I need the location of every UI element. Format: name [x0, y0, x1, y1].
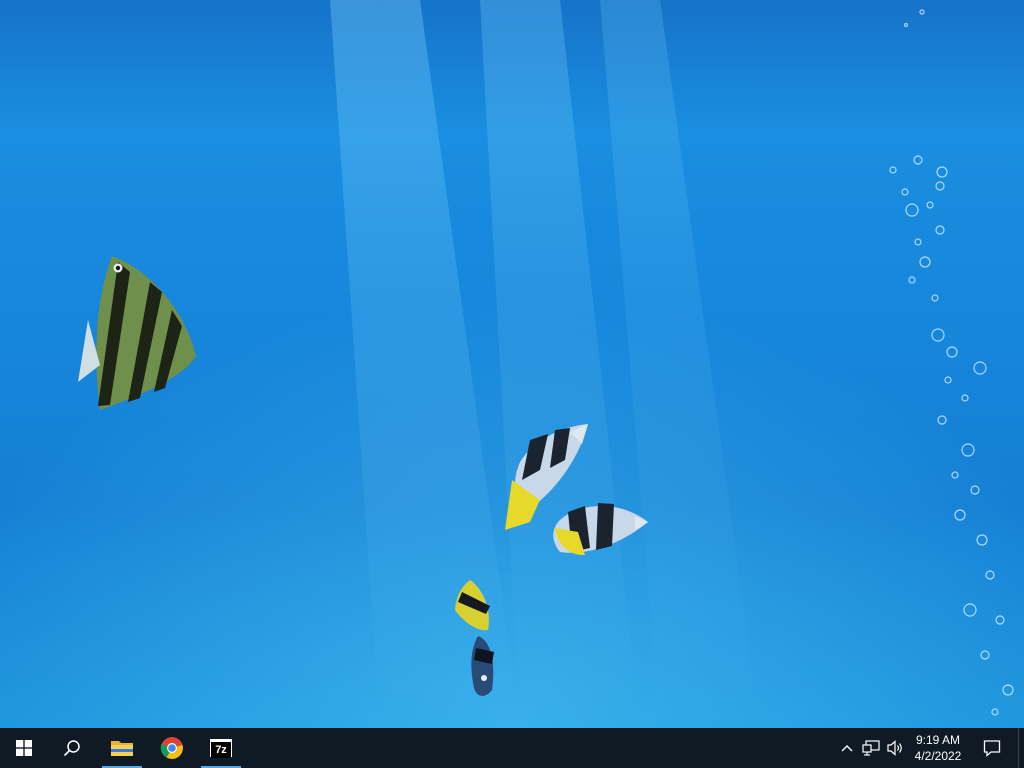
taskbar-app-chrome[interactable] [152, 728, 192, 768]
aquarium-wallpaper [0, 0, 1024, 728]
volume-button[interactable] [884, 728, 906, 768]
taskbar-app-7zip[interactable]: 7z [201, 728, 241, 768]
network-icon [862, 740, 880, 756]
sevenzip-icon: 7z [210, 739, 232, 758]
start-button[interactable] [0, 728, 48, 768]
volume-icon [887, 740, 902, 756]
search-icon [63, 740, 80, 757]
desktop[interactable] [0, 0, 1024, 728]
taskbar: 7z 9:19 AM 4/2/2022 [0, 728, 1024, 768]
show-desktop-button[interactable] [1018, 728, 1024, 768]
search-button[interactable] [52, 728, 92, 768]
show-hidden-icons-button[interactable] [838, 728, 856, 768]
network-button[interactable] [860, 728, 882, 768]
clock[interactable]: 9:19 AM 4/2/2022 [908, 728, 968, 768]
action-center-button[interactable] [976, 728, 1008, 768]
chrome-icon [160, 737, 183, 759]
clock-time: 9:19 AM [915, 733, 961, 747]
chevron-up-icon [841, 745, 853, 752]
taskbar-app-file-explorer[interactable] [102, 728, 142, 768]
folder-icon [111, 741, 133, 756]
notification-icon [983, 740, 1001, 757]
windows-logo-icon [16, 740, 32, 756]
clock-date: 4/2/2022 [914, 749, 962, 763]
